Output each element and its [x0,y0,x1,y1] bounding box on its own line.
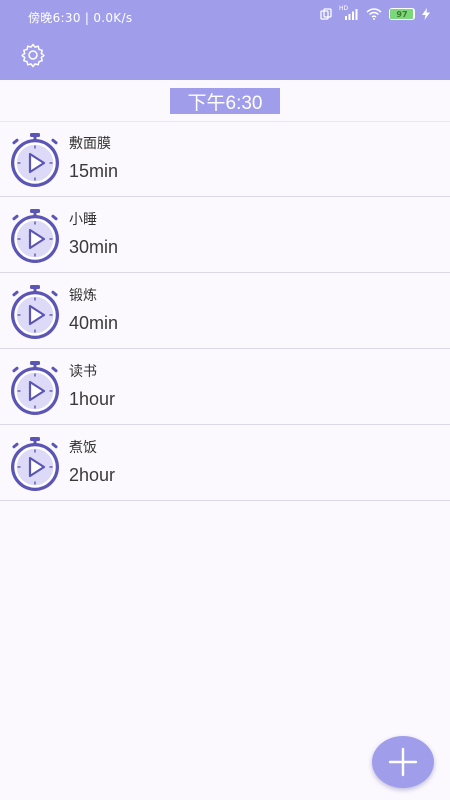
task-name: 煮饭 [69,440,97,456]
timer-play-icon[interactable] [6,359,64,415]
task-name: 读书 [69,364,97,380]
dual-sim-icon [320,8,332,20]
battery-level: 97 [396,9,408,19]
task-duration: 40min [69,313,119,333]
battery-icon: 97 [389,8,415,20]
task-name: 小睡 [69,212,97,228]
task-duration: 30min [69,237,119,257]
task-duration: 1hour [69,389,116,409]
current-time: 下午6:30 [170,88,280,114]
task-duration: 15min [69,161,119,181]
plus-icon [388,747,418,777]
timer-play-icon[interactable] [6,207,64,263]
task-row[interactable]: 煮饭 2hour [0,425,450,501]
task-row[interactable]: 读书 1hour [0,349,450,425]
timer-play-icon[interactable] [6,131,64,187]
wifi-icon [366,8,382,20]
status-icons: HD 97 [320,5,430,20]
clock-bar: 下午6:30 [0,81,450,122]
task-row[interactable]: 锻炼 40min [0,273,450,349]
task-row[interactable]: 敷面膜 15min [0,121,450,197]
task-list: 敷面膜 15min 小睡 30min 锻炼 40min 读书 1hour 煮饭 … [0,121,450,501]
status-bar: 傍晚6:30 | 0.0K/s HD 97 [0,0,450,34]
timer-play-icon[interactable] [6,435,64,491]
gear-icon [21,43,45,68]
task-name: 锻炼 [69,288,97,304]
add-task-button[interactable] [372,736,434,788]
charging-icon [422,8,430,20]
status-time-speed: 傍晚6:30 | 0.0K/s [28,11,133,25]
task-row[interactable]: 小睡 30min [0,197,450,273]
signal-icon: HD [339,5,359,20]
settings-button[interactable] [20,42,46,68]
task-duration: 2hour [69,465,116,485]
task-name: 敷面膜 [69,136,111,152]
timer-play-icon[interactable] [6,283,64,339]
app-bar: 傍晚6:30 | 0.0K/s HD 97 [0,0,450,80]
